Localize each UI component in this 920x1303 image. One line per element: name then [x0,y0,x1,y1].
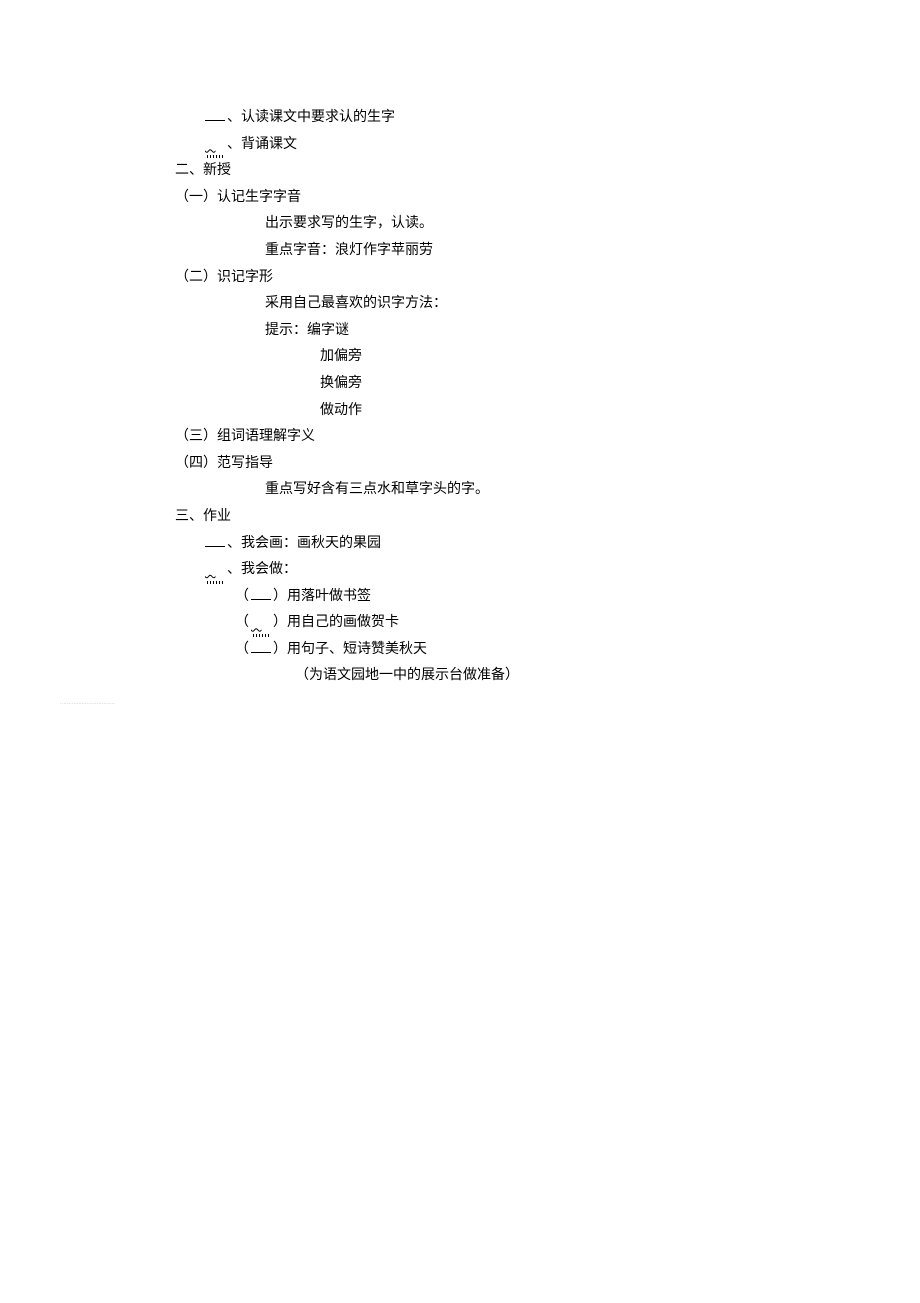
text-line: （三）组词语理解字义 [175,424,920,451]
text-line: 换偏旁 [175,371,920,398]
text-line: 采用自己最喜欢的识字方法： [175,291,920,318]
line-text: 、背诵课文 [227,137,297,152]
underline-mark [205,546,225,547]
wavy-mark [205,557,225,584]
text-line: 重点字音：浪灯作字苹丽劳 [175,238,920,265]
text-line: 、我会做： [175,557,920,584]
wavy-mark [205,132,225,159]
text-line: 三、作业 [175,504,920,531]
paren-open: （ [235,642,249,657]
document-body: 、认读课文中要求认的生字 、背诵课文 二、新授 （一）认记生字字音 出示要求写的… [0,0,920,690]
line-text: 、我会做： [227,562,297,577]
footer-dots: ································· [60,700,115,710]
text-line: （ ）用自己的画做贺卡 [175,610,920,637]
text-line: 、认读课文中要求认的生字 [175,105,920,132]
text-line: 重点写好含有三点水和草字头的字。 [175,477,920,504]
text-line: （ ）用落叶做书签 [175,584,920,611]
text-line: 二、新授 [175,158,920,185]
underline-mark [251,652,271,653]
paren-open: （ [235,589,249,604]
text-line: 、我会画：画秋天的果园 [175,531,920,558]
text-line: （ ）用句子、短诗赞美秋天 [175,637,920,664]
line-text: 、我会画：画秋天的果园 [227,536,381,551]
underline-mark [205,120,225,121]
wavy-mark [251,610,271,637]
text-line: （四）范写指导 [175,451,920,478]
line-text: 、认读课文中要求认的生字 [227,110,395,125]
text-line: 、背诵课文 [175,132,920,159]
line-text: ）用落叶做书签 [273,589,371,604]
text-line: （一）认记生字字音 [175,185,920,212]
text-line: （二）识记字形 [175,265,920,292]
text-line: 加偏旁 [175,344,920,371]
text-line: 提示：编字谜 [175,318,920,345]
text-line: 做动作 [175,398,920,425]
paren-open: （ [235,615,249,630]
line-text: ）用自己的画做贺卡 [273,615,399,630]
text-line: （为语文园地一中的展示台做准备） [175,663,920,690]
text-line: 出示要求写的生字，认读。 [175,211,920,238]
line-text: ）用句子、短诗赞美秋天 [273,642,427,657]
underline-mark [251,599,271,600]
